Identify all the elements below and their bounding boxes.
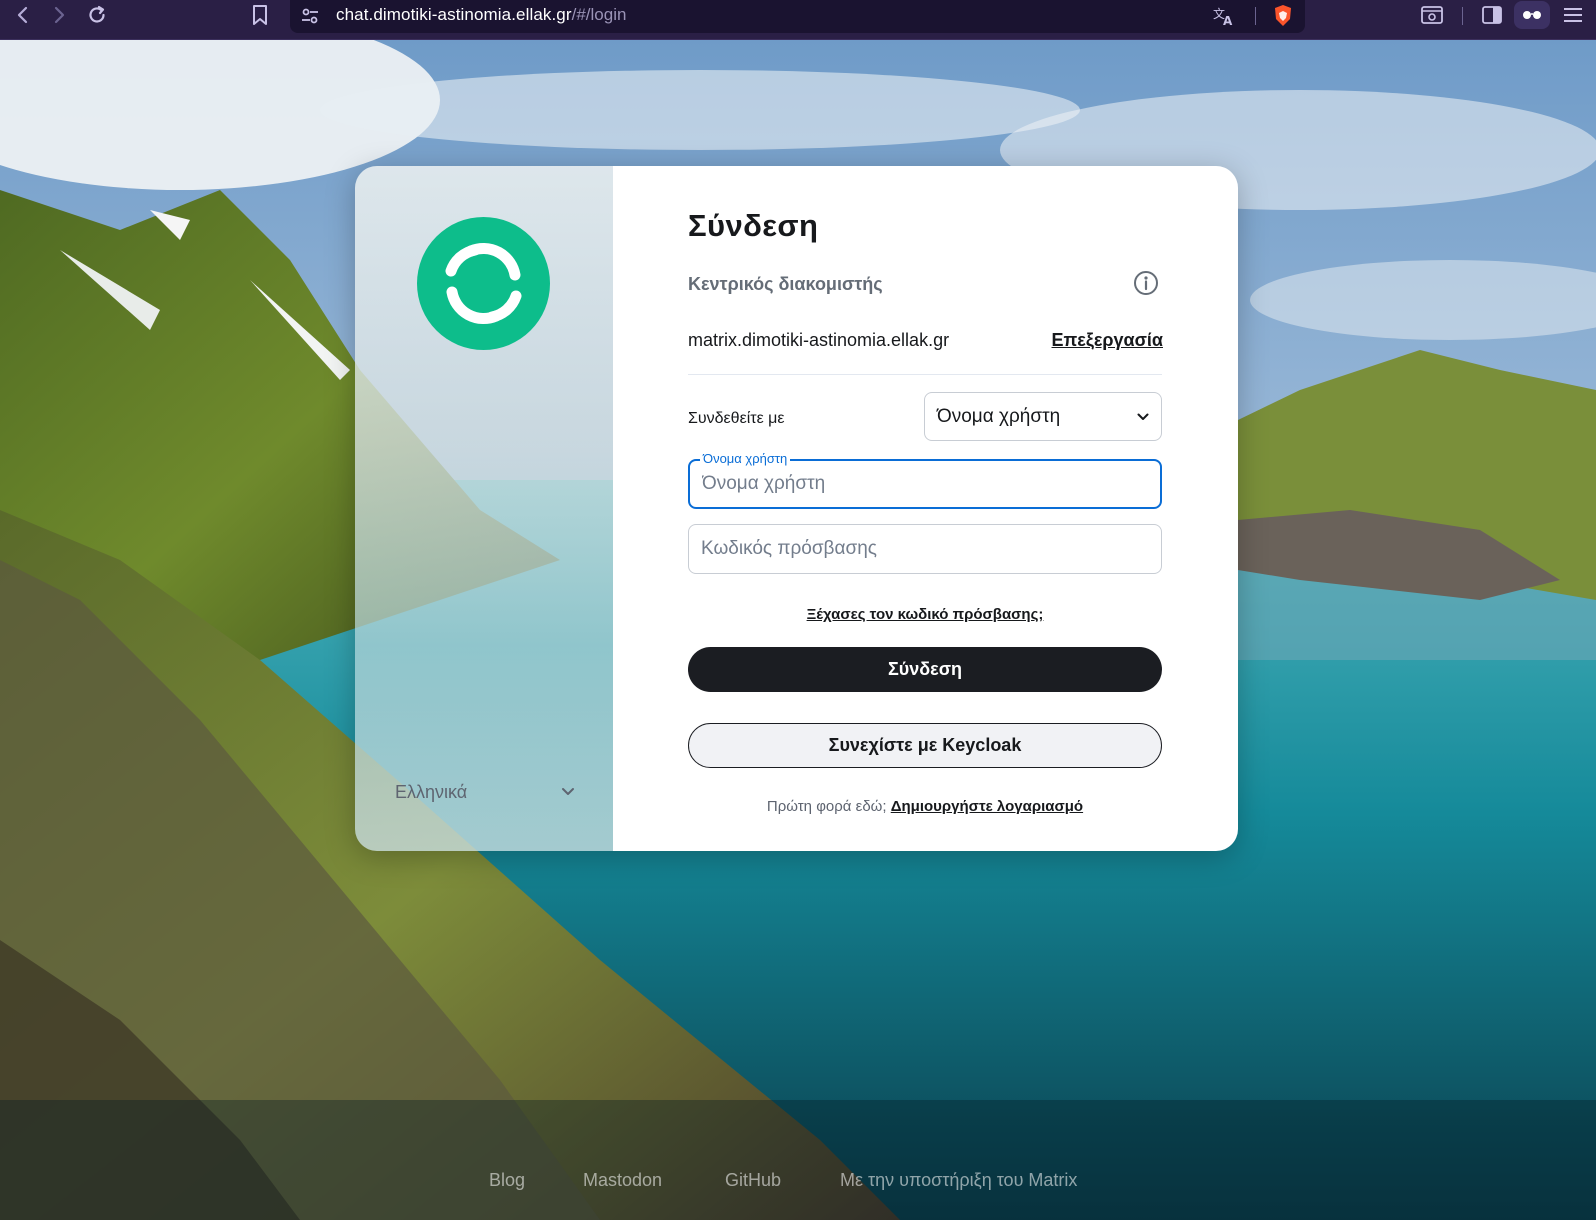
divider — [688, 374, 1162, 375]
forgot-password-link[interactable]: Ξέχασες τον κωδικό πρόσβασης; — [688, 606, 1162, 623]
back-icon[interactable] — [12, 0, 34, 30]
page-title: Σύνδεση — [688, 208, 819, 243]
signin-method-value: Όνομα χρήστη — [937, 405, 1061, 427]
language-label: Ελληνικά — [395, 781, 468, 802]
footer-link-github[interactable]: GitHub — [725, 1170, 781, 1191]
username-field: Όνομα χρήστη — [688, 452, 1162, 509]
sso-keycloak-button[interactable]: Συνεχίστε με Keycloak — [688, 723, 1162, 768]
sidebar-icon[interactable] — [1478, 0, 1506, 30]
homeserver-value: matrix.dimotiki-astinomia.ellak.gr — [688, 330, 950, 350]
username-float-label: Όνομα χρήστη — [700, 452, 791, 466]
toolbar-separator — [1255, 7, 1256, 25]
signin-method-select[interactable]: Όνομα χρήστη — [924, 392, 1162, 441]
browser-toolbar: chat.dimotiki-astinomia.ellak.gr/#/login… — [0, 0, 1596, 40]
element-logo-icon — [417, 217, 550, 350]
url-path: /#/login — [571, 5, 627, 24]
sign-in-button[interactable]: Σύνδεση — [688, 647, 1162, 692]
reader-mode-icon[interactable] — [1514, 1, 1550, 29]
svg-text:A: A — [1223, 14, 1233, 27]
create-account-link[interactable]: Δημιουργήστε λογαριασμό — [891, 798, 1083, 815]
language-selector[interactable]: Ελληνικά — [395, 777, 575, 807]
site-settings-icon[interactable] — [300, 6, 320, 31]
chevron-down-icon — [562, 788, 574, 795]
password-input[interactable] — [689, 525, 1161, 573]
url-host: chat.dimotiki-astinomia.ellak.gr — [336, 5, 572, 24]
footer-link-mastodon[interactable]: Mastodon — [583, 1170, 662, 1191]
register-prefix: Πρώτη φορά εδώ; — [766, 798, 887, 815]
brave-shields-icon[interactable] — [1273, 4, 1293, 33]
reload-icon[interactable] — [84, 0, 110, 30]
edit-homeserver-link[interactable]: Επεξεργασία — [1052, 330, 1163, 351]
password-field — [688, 524, 1162, 574]
screenshot-icon[interactable] — [1418, 0, 1446, 30]
bookmark-icon[interactable] — [248, 0, 272, 30]
register-prompt: Πρώτη φορά εδώ; Δημιουργήστε λογαριασμό — [688, 798, 1162, 815]
forward-icon[interactable] — [48, 0, 70, 30]
address-bar[interactable]: chat.dimotiki-astinomia.ellak.gr/#/login… — [290, 0, 1305, 33]
login-form-panel: Σύνδεση Κεντρικός διακομιστής matrix.dim… — [613, 166, 1238, 851]
translate-icon[interactable]: 文A — [1212, 5, 1236, 32]
signin-with-label: Συνδεθείτε με — [688, 410, 785, 427]
login-card: Ελληνικά Σύνδεση Κεντρικός διακομιστής m… — [355, 166, 1238, 851]
chevron-down-icon — [1137, 413, 1149, 420]
menu-icon[interactable] — [1560, 0, 1586, 30]
toolbar-separator — [1462, 7, 1463, 25]
footer-link-matrix[interactable]: Με την υποστήριξη του Matrix — [840, 1170, 1077, 1191]
footer-link-blog[interactable]: Blog — [489, 1170, 525, 1191]
username-input[interactable] — [690, 461, 1160, 507]
card-branding-panel: Ελληνικά — [355, 166, 613, 851]
url-text: chat.dimotiki-astinomia.ellak.gr/#/login — [336, 5, 626, 25]
homeserver-label: Κεντρικός διακομιστής — [688, 274, 883, 294]
footer-links: Blog Mastodon GitHub Με την υποστήριξη τ… — [0, 1170, 1596, 1194]
info-icon[interactable] — [1133, 270, 1159, 296]
